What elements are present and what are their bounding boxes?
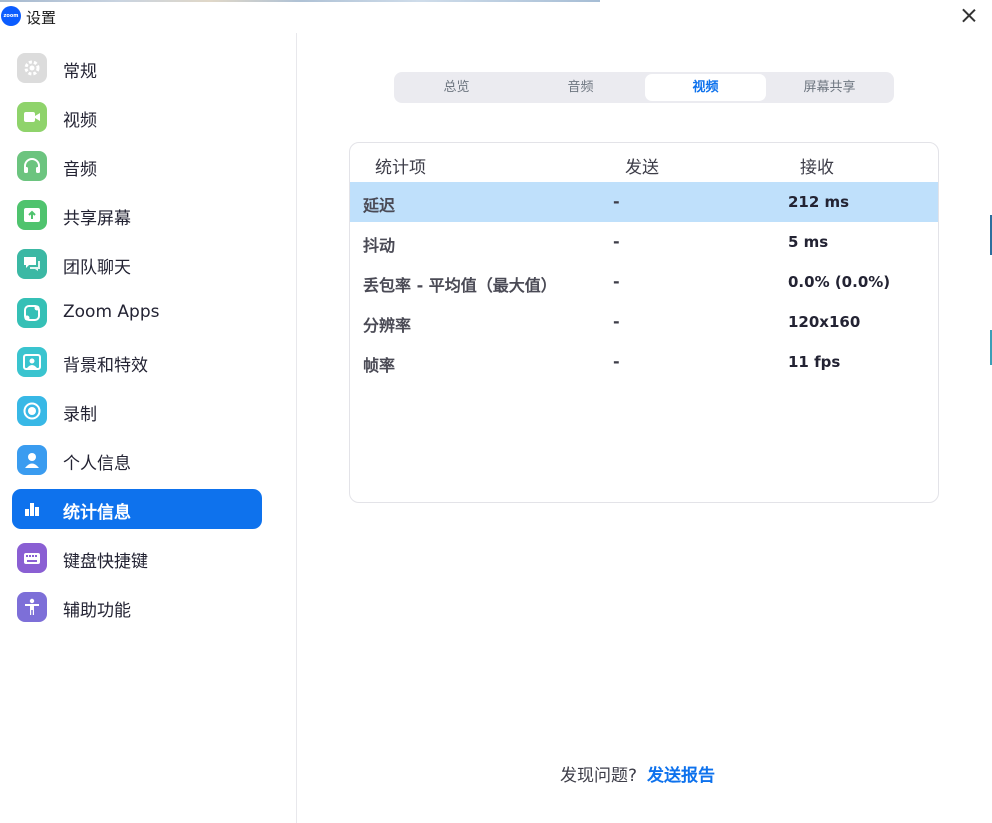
stat-receive: 120x160	[788, 313, 861, 331]
stat-send: -	[613, 272, 620, 291]
sidebar-item-share-screen[interactable]: 共享屏幕	[12, 195, 262, 235]
settings-sidebar: 常规 视频 音频 共享屏幕 团队聊天 Zoom Apps 背景和特效 录制 个人…	[0, 33, 297, 823]
stat-name: 丢包率 - 平均值（最大值）	[363, 276, 557, 295]
send-report-link[interactable]: 发送报告	[647, 766, 715, 786]
video-camera-icon	[17, 102, 47, 132]
statistics-icon	[17, 494, 47, 524]
sidebar-item-video[interactable]: 视频	[12, 97, 262, 137]
sidebar-item-label: 个人信息	[63, 454, 131, 474]
problem-question: 发现问题?	[560, 766, 638, 786]
sidebar-item-general[interactable]: 常规	[12, 48, 262, 88]
stats-tab-bar: 总览 音频 视频 屏幕共享	[394, 72, 894, 103]
stat-name: 延迟	[363, 196, 396, 215]
stat-name: 分辨率	[363, 316, 412, 335]
stat-receive: 212 ms	[788, 193, 850, 211]
stat-receive: 11 fps	[788, 353, 841, 371]
sidebar-item-audio[interactable]: 音频	[12, 146, 262, 186]
sidebar-item-label: Zoom Apps	[63, 302, 160, 322]
table-row[interactable]: 抖动 - 5 ms	[350, 222, 938, 262]
sidebar-item-accessibility[interactable]: 辅助功能	[12, 587, 262, 627]
statistics-table: 统计项 发送 接收 延迟 - 212 ms 抖动 - 5 ms 丢包率 - 平均…	[349, 142, 939, 503]
tab-audio[interactable]: 音频	[520, 74, 641, 101]
sidebar-item-zoom-apps[interactable]: Zoom Apps	[12, 293, 262, 333]
sidebar-item-label: 音频	[63, 160, 97, 180]
table-row[interactable]: 延迟 - 212 ms	[350, 182, 938, 222]
stat-send: -	[613, 232, 620, 251]
sidebar-item-label: 常规	[63, 62, 97, 82]
sidebar-item-label: 共享屏幕	[63, 209, 131, 229]
sidebar-item-profile[interactable]: 个人信息	[12, 440, 262, 480]
background-icon	[17, 347, 47, 377]
sidebar-item-label: 统计信息	[63, 503, 131, 523]
share-screen-icon	[17, 200, 47, 230]
sidebar-item-keyboard-shortcuts[interactable]: 键盘快捷键	[12, 538, 262, 578]
table-row[interactable]: 帧率 - 11 fps	[350, 342, 938, 382]
sidebar-item-statistics[interactable]: 统计信息	[12, 489, 262, 529]
sidebar-item-label: 录制	[63, 405, 97, 425]
sidebar-item-label: 背景和特效	[63, 356, 148, 376]
sidebar-item-label: 辅助功能	[63, 601, 131, 621]
header-receive: 接收	[800, 158, 834, 178]
report-footer: 发现问题? 发送报告	[560, 761, 715, 786]
stat-send: -	[613, 312, 620, 331]
sidebar-item-label: 团队聊天	[63, 258, 131, 278]
tab-video[interactable]: 视频	[645, 74, 766, 101]
headphones-icon	[17, 151, 47, 181]
tab-screen-share[interactable]: 屏幕共享	[769, 74, 890, 101]
profile-icon	[17, 445, 47, 475]
title-bar: zoom 设置	[0, 0, 992, 33]
stat-name: 抖动	[363, 236, 396, 255]
stat-send: -	[613, 192, 620, 211]
table-row[interactable]: 丢包率 - 平均值（最大值） - 0.0% (0.0%)	[350, 262, 938, 302]
table-row[interactable]: 分辨率 - 120x160	[350, 302, 938, 342]
sidebar-item-background-effects[interactable]: 背景和特效	[12, 342, 262, 382]
stat-receive: 0.0% (0.0%)	[788, 273, 891, 291]
gear-icon	[17, 53, 47, 83]
sidebar-item-team-chat[interactable]: 团队聊天	[12, 244, 262, 284]
record-icon	[17, 396, 47, 426]
chat-icon	[17, 249, 47, 279]
stat-name: 帧率	[363, 356, 396, 375]
table-header: 统计项 发送 接收	[350, 143, 938, 182]
header-send: 发送	[625, 158, 659, 178]
stat-send: -	[613, 352, 620, 371]
sidebar-item-label: 键盘快捷键	[63, 552, 148, 572]
window-title: 设置	[26, 9, 57, 27]
accessibility-icon	[17, 592, 47, 622]
tab-overview[interactable]: 总览	[396, 74, 517, 101]
sidebar-item-recording[interactable]: 录制	[12, 391, 262, 431]
close-button[interactable]	[958, 5, 980, 27]
zoom-logo-icon: zoom	[1, 6, 21, 26]
background-strip	[0, 0, 600, 2]
stat-receive: 5 ms	[788, 233, 829, 251]
sidebar-item-label: 视频	[63, 111, 97, 131]
header-item: 统计项	[375, 158, 426, 178]
apps-icon	[17, 298, 47, 328]
keyboard-icon	[17, 543, 47, 573]
